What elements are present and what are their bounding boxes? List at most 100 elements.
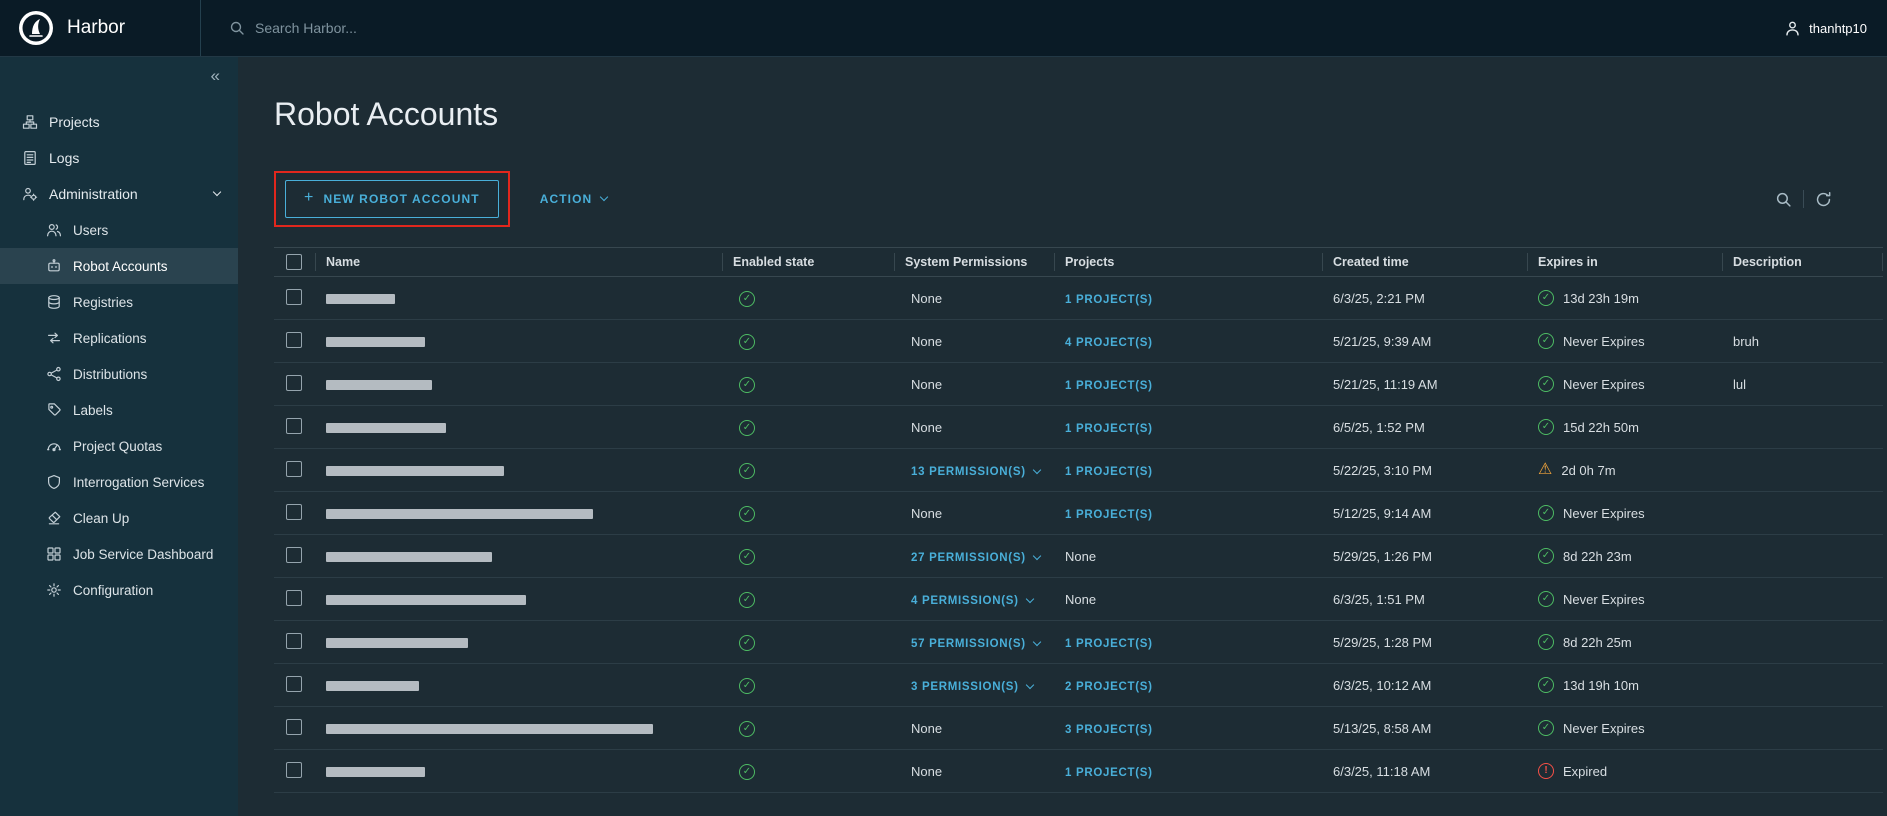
sidebar-item-label: Job Service Dashboard (73, 547, 213, 562)
sidebar-item-label: Configuration (73, 583, 153, 598)
expires-cell: ✓Never Expires (1528, 333, 1723, 349)
new-robot-account-button[interactable]: + NEW ROBOT ACCOUNT (285, 180, 499, 218)
projects-link[interactable]: 1 PROJECT(S) (1065, 509, 1153, 521)
created-time: 5/22/25, 3:10 PM (1323, 463, 1528, 478)
expires-ok-icon: ✓ (1538, 591, 1554, 607)
row-checkbox[interactable] (286, 504, 302, 520)
global-search (200, 0, 1784, 56)
sidebar-item-logs[interactable]: Logs (0, 140, 238, 176)
row-checkbox[interactable] (286, 590, 302, 606)
sidebar-item-robot-accounts[interactable]: Robot Accounts (0, 248, 238, 284)
enabled-check-icon: ✓ (739, 635, 755, 651)
created-time: 5/13/25, 8:58 AM (1323, 721, 1528, 736)
projects-link[interactable]: 2 PROJECT(S) (1065, 681, 1153, 693)
enabled-check-icon: ✓ (739, 678, 755, 694)
enabled-check-icon: ✓ (739, 721, 755, 737)
table-header: Name Enabled state System Permissions Pr… (274, 247, 1883, 277)
enabled-check-icon: ✓ (739, 592, 755, 608)
projects-cell: 1 PROJECT(S) (1055, 463, 1323, 478)
row-checkbox[interactable] (286, 547, 302, 563)
enabled-state-cell: ✓ (723, 590, 895, 608)
enabled-state-cell: ✓ (723, 289, 895, 307)
enabled-check-icon: ✓ (739, 764, 755, 780)
column-header-system-permissions: System Permissions (895, 253, 1055, 271)
sidebar-item-clean-up[interactable]: Clean Up (0, 500, 238, 536)
refresh-button[interactable] (1804, 191, 1843, 208)
harbor-logo-icon[interactable] (18, 10, 54, 46)
row-checkbox[interactable] (286, 375, 302, 391)
user-icon (1784, 20, 1801, 37)
redacted-name (326, 638, 468, 648)
sidebar-item-job-service-dashboard[interactable]: Job Service Dashboard (0, 536, 238, 572)
row-checkbox[interactable] (286, 461, 302, 477)
row-checkbox[interactable] (286, 633, 302, 649)
system-permissions-cell: 13 PERMISSION(S) (895, 463, 1055, 478)
action-label: ACTION (540, 192, 593, 206)
redacted-name (326, 380, 432, 390)
table-row: ✓ None 1 PROJECT(S) 5/12/25, 9:14 AM ✓Ne… (274, 492, 1883, 535)
permissions-link[interactable]: 13 PERMISSION(S) (911, 466, 1040, 478)
enabled-state-cell: ✓ (723, 633, 895, 651)
projects-link[interactable]: 1 PROJECT(S) (1065, 466, 1153, 478)
robot-accounts-icon (46, 258, 62, 274)
expires-ok-icon: ✓ (1538, 548, 1554, 564)
system-permissions-cell: None (895, 334, 1055, 349)
table-row: ✓ None 1 PROJECT(S) 5/21/25, 11:19 AM ✓N… (274, 363, 1883, 406)
sidebar-item-users[interactable]: Users (0, 212, 238, 248)
permissions-link[interactable]: 4 PERMISSION(S) (911, 595, 1033, 607)
system-permissions-cell: None (895, 506, 1055, 521)
sidebar-item-replications[interactable]: Replications (0, 320, 238, 356)
sidebar-item-project-quotas[interactable]: Project Quotas (0, 428, 238, 464)
projects-icon (22, 114, 38, 130)
system-permissions-cell: 57 PERMISSION(S) (895, 635, 1055, 650)
projects-link[interactable]: 1 PROJECT(S) (1065, 294, 1153, 306)
row-checkbox[interactable] (286, 332, 302, 348)
projects-link[interactable]: 4 PROJECT(S) (1065, 337, 1153, 349)
projects-link[interactable]: 1 PROJECT(S) (1065, 423, 1153, 435)
new-robot-account-label: NEW ROBOT ACCOUNT (323, 192, 479, 206)
sidebar-item-registries[interactable]: Registries (0, 284, 238, 320)
expires-text: 8d 22h 25m (1563, 635, 1632, 650)
expires-text: 8d 22h 23m (1563, 549, 1632, 564)
sidebar-collapse-button[interactable]: « (211, 66, 220, 86)
sidebar-item-administration[interactable]: Administration (0, 176, 238, 212)
table-search-button[interactable] (1764, 191, 1803, 208)
action-dropdown[interactable]: ACTION (540, 192, 608, 206)
table-row: ✓ None 3 PROJECT(S) 5/13/25, 8:58 AM ✓Ne… (274, 707, 1883, 750)
row-checkbox[interactable] (286, 719, 302, 735)
name-cell (316, 721, 723, 736)
sidebar-item-interrogation-services[interactable]: Interrogation Services (0, 464, 238, 500)
chevron-down-icon (1025, 594, 1033, 602)
sidebar-item-projects[interactable]: Projects (0, 104, 238, 140)
enabled-state-cell: ✓ (723, 375, 895, 393)
system-permissions-cell: None (895, 764, 1055, 779)
enabled-check-icon: ✓ (739, 334, 755, 350)
row-checkbox[interactable] (286, 762, 302, 778)
system-permissions-cell: None (895, 291, 1055, 306)
projects-cell: 3 PROJECT(S) (1055, 721, 1323, 736)
row-checkbox[interactable] (286, 289, 302, 305)
row-checkbox[interactable] (286, 418, 302, 434)
expires-text: Expired (1563, 764, 1607, 779)
sidebar-item-distributions[interactable]: Distributions (0, 356, 238, 392)
sidebar-item-labels[interactable]: Labels (0, 392, 238, 428)
search-input[interactable] (255, 20, 675, 36)
description-cell: bruh (1723, 334, 1883, 349)
permissions-link[interactable]: 3 PERMISSION(S) (911, 681, 1033, 693)
permissions-link[interactable]: 57 PERMISSION(S) (911, 638, 1040, 650)
enabled-check-icon: ✓ (739, 549, 755, 565)
row-checkbox[interactable] (286, 676, 302, 692)
name-cell (316, 592, 723, 607)
projects-link[interactable]: 3 PROJECT(S) (1065, 724, 1153, 736)
projects-link[interactable]: 1 PROJECT(S) (1065, 638, 1153, 650)
enabled-state-cell: ✓ (723, 504, 895, 522)
projects-link[interactable]: 1 PROJECT(S) (1065, 380, 1153, 392)
expires-cell: ✓13d 19h 10m (1528, 677, 1723, 693)
permissions-link[interactable]: 27 PERMISSION(S) (911, 552, 1040, 564)
app-title: Harbor (67, 17, 125, 39)
sidebar-item-configuration[interactable]: Configuration (0, 572, 238, 608)
projects-link[interactable]: 1 PROJECT(S) (1065, 767, 1153, 779)
user-menu[interactable]: thanhtp10 (1784, 20, 1887, 37)
enabled-state-cell: ✓ (723, 418, 895, 436)
select-all-checkbox[interactable] (286, 254, 302, 270)
